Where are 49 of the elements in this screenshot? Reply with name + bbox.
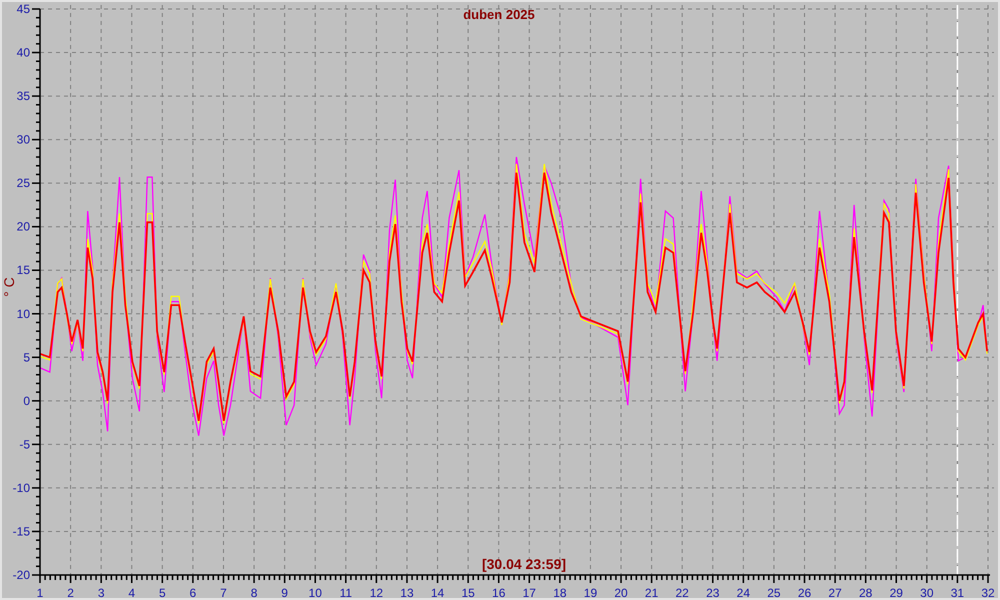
axis-tick-label: 28 <box>859 586 872 598</box>
axis-tick-label: 0 <box>23 394 30 408</box>
axis-tick-label: 45 <box>16 2 30 16</box>
axis-tick-label: 30 <box>920 586 934 598</box>
axis-tick-label: 1 <box>36 586 44 598</box>
axis-tick-label: 5 <box>158 586 166 598</box>
axis-tick-label: 21 <box>644 586 658 598</box>
axis-tick-label: 5 <box>23 350 30 364</box>
timestamp-label: [30.04 23:59] <box>482 556 566 572</box>
axis-tick-label: 11 <box>340 586 352 598</box>
axis-tick-label: 27 <box>828 586 842 598</box>
axis-tick-label: 23 <box>706 586 720 598</box>
axis-tick-label: 20 <box>614 586 628 598</box>
axis-tick-label: 9 <box>281 586 288 598</box>
axis-tick-label: 30 <box>16 132 30 147</box>
axis-tick-label: 10 <box>16 306 30 321</box>
axis-tick-label: 14 <box>430 586 444 598</box>
axis-tick-label: 26 <box>798 586 812 598</box>
axis-tick-label: 10 <box>308 586 322 598</box>
axis-tick-label: 18 <box>553 586 567 598</box>
axis-tick-label: 29 <box>890 586 903 598</box>
axis-tick-label: -10 <box>12 480 30 495</box>
axis-tick-label: -15 <box>12 524 30 538</box>
axis-tick-label: 35 <box>16 89 30 104</box>
axis-tick-label: 12 <box>370 586 384 598</box>
axis-tick-label: 32 <box>981 586 995 598</box>
axis-tick-label: 3 <box>98 586 104 598</box>
axis-tick-label: 17 <box>522 586 536 598</box>
axis-tick-label: 19 <box>584 586 598 598</box>
axis-tick-label: 6 <box>190 586 196 598</box>
axis-tick-label: 22 <box>676 586 689 598</box>
axis-title: ° C <box>2 277 17 297</box>
axis-tick-label: 2 <box>67 586 74 598</box>
axis-tick-label: 16 <box>492 586 506 598</box>
axis-tick-label: 13 <box>400 586 414 598</box>
axis-tick-label: 24 <box>736 586 750 598</box>
axis-tick-label: 4 <box>128 586 136 598</box>
axis-tick-label: -20 <box>12 568 30 582</box>
chart-title: duben 2025 <box>463 7 535 22</box>
axis-tick-label: 15 <box>16 263 30 278</box>
axis-tick-label: 31 <box>950 586 964 598</box>
axis-tick-label: 15 <box>461 586 475 598</box>
axis-tick-label: 8 <box>250 586 258 598</box>
axis-tick-label: 20 <box>16 220 30 234</box>
axis-tick-label: 25 <box>767 586 781 598</box>
axis-tick-label: 7 <box>220 586 227 598</box>
axis-tick-label: -5 <box>19 437 30 452</box>
axis-tick-label: 25 <box>16 176 30 190</box>
axis-tick-label: 40 <box>16 46 30 60</box>
